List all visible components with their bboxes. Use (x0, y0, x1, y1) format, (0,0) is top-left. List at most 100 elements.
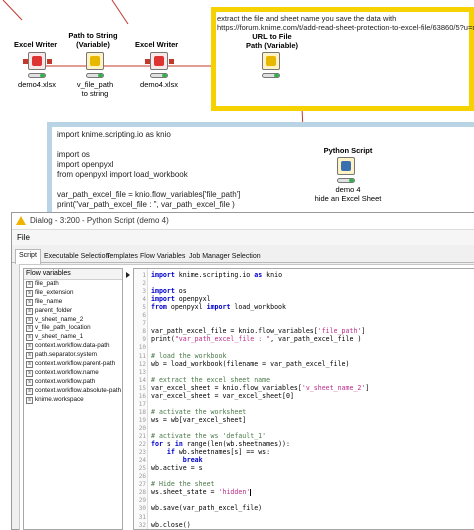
excel-writer-1-out-port[interactable] (47, 59, 52, 64)
tab-script[interactable]: Script (15, 249, 41, 264)
line-number: 28 (138, 489, 146, 497)
flow-variable-item[interactable]: s v_sheet_name_1 (24, 333, 122, 342)
line-number: 22 (138, 441, 146, 449)
line-number: 24 (138, 457, 146, 465)
code-line[interactable]: wb.active = s (151, 464, 203, 472)
annotation-blue-line-8: print("var_path_excel_file : ", var_path… (57, 200, 235, 209)
flow-variable-item[interactable]: s file_name (24, 298, 122, 307)
code-line[interactable]: # activate the ws 'default_1' (151, 432, 266, 440)
python-script-dialog[interactable]: Dialog - 3:200 - Python Script (demo 4) … (11, 212, 474, 530)
flow-variable-item[interactable]: s context.workflow.path (24, 378, 122, 387)
line-number: 1 (142, 272, 146, 279)
flow-variables-list[interactable]: Flow variables s file_path s file_extension… (23, 268, 123, 530)
string-variable-icon: s (26, 387, 33, 395)
line-number: 8 (142, 328, 146, 336)
annotation-blue-line-3: import os (57, 150, 90, 159)
code-line[interactable]: var_excel_sheet = var_excel_sheet[0] (151, 392, 294, 400)
tab-job-manager-selection[interactable]: Job Manager Selection (186, 251, 264, 263)
code-line[interactable]: wb = load_workbook(filename = var_path_e… (151, 360, 350, 368)
flow-variables-header: Flow variables (24, 269, 122, 280)
tab-flow-variables[interactable]: Flow Variables (137, 251, 188, 263)
flow-variable-item[interactable]: s parent_folder (24, 307, 122, 316)
flow-variable-item[interactable]: s file_path (24, 280, 122, 289)
panel-splitter[interactable] (126, 268, 131, 530)
excel-writer-2-label: demo4.xlsx (140, 80, 178, 89)
line-number: 32 (138, 521, 146, 529)
excel-writer-2-out-port[interactable] (169, 59, 174, 64)
code-line[interactable]: ws.sheet_state = 'hidden' (151, 488, 252, 496)
code-line[interactable]: break (151, 456, 203, 464)
string-variable-icon: s (26, 352, 33, 360)
flow-variable-item[interactable]: s knime.workspace (24, 396, 122, 405)
flow-variable-item[interactable]: s v_file_path_location (24, 324, 122, 333)
url-to-file-node[interactable] (262, 52, 280, 70)
string-variable-icon: s (26, 361, 33, 369)
line-number: 9 (142, 336, 146, 344)
flow-variable-name: context.workflow.path (35, 377, 96, 385)
code-line[interactable]: # Hide the sheet (151, 480, 215, 488)
flow-variable-name: file_name (35, 297, 63, 305)
code-line[interactable]: # activate the worksheet (151, 408, 246, 416)
flow-variable-item[interactable]: s v_sheet_name_2 (24, 316, 122, 325)
code-line[interactable]: wb.save(var_path_excel_file) (151, 504, 262, 512)
code-editor[interactable]: 1 2 3 4 5 6 7 8 9 10 11 12 13 14 15 16 17 18 19 20 21 22 23 24 2… (133, 268, 474, 530)
flow-variable-item[interactable]: s context.workflow.parent-path (24, 360, 122, 369)
string-variable-icon: s (26, 316, 33, 324)
status-green-dot (349, 179, 354, 182)
line-number: 27 (138, 481, 146, 489)
code-line[interactable]: for s in range(len(wb.sheetnames)): (151, 440, 290, 448)
code-line[interactable]: wb.close() (151, 521, 191, 529)
line-number: 26 (138, 473, 146, 481)
code-line[interactable]: # load the workbook (151, 352, 226, 360)
code-line[interactable]: var_path_excel_file = knio.flow_variable… (151, 327, 365, 335)
line-number: 5 (142, 304, 146, 312)
flow-variable-item[interactable]: s path.separator.system (24, 351, 122, 360)
line-number-gutter: 1 2 3 4 5 6 7 8 9 10 11 12 13 14 15 16 17 18 19 20 21 22 23 24 2… (134, 269, 148, 529)
path-to-string-title-2: (Variable) (76, 40, 110, 49)
code-line[interactable]: # extract the excel sheet name (151, 376, 270, 384)
code-line[interactable]: if wb.sheetnames[s] == ws: (151, 448, 270, 456)
excel-writer-1-in-port[interactable] (23, 59, 28, 64)
flow-variable-name: context.workflow.parent-path (35, 360, 116, 368)
excel-writer-2-in-port[interactable] (145, 59, 150, 64)
flow-variable-item[interactable]: s context.workflow.name (24, 369, 122, 378)
dialog-titlebar[interactable]: Dialog - 3:200 - Python Script (demo 4) (12, 213, 474, 230)
status-green-dot (40, 74, 45, 77)
code-line[interactable]: from openpyxl import load_workbook (151, 303, 286, 311)
workflow-canvas[interactable]: Excel Writer demo4.xlsx Path to String (… (0, 0, 474, 212)
code-line[interactable]: import os (151, 287, 187, 295)
path-to-string-icon (90, 56, 100, 66)
annotation-blue-line-5: from openpyxl import load_workbook (57, 170, 188, 179)
flow-variable-item[interactable]: s file_extension (24, 289, 122, 298)
annotation-yellow-line-1: extract the file and sheet name you save… (217, 14, 397, 23)
flow-variable-item[interactable]: s context.workflow.absolute-path (24, 387, 122, 396)
code-line[interactable]: import openpyxl (151, 295, 211, 303)
code-line[interactable]: print("var_path_excel_file : ", var_path… (151, 335, 361, 343)
code-line[interactable]: import knime.scripting.io as knio (151, 271, 282, 279)
flow-variable-name: context.workflow.name (35, 368, 99, 376)
line-number: 2 (142, 280, 146, 288)
collapse-arrow-icon[interactable] (126, 272, 130, 278)
menu-file[interactable]: File (17, 233, 30, 242)
path-to-string-node[interactable] (86, 52, 104, 70)
python-script-label-1: demo 4 (335, 185, 361, 194)
line-number: 18 (138, 408, 146, 416)
path-to-string-status (86, 73, 104, 78)
annotation-yellow[interactable]: extract the file and sheet name you save… (211, 7, 474, 111)
code-line[interactable]: var_excel_sheet = knio.flow_variables['v… (151, 384, 369, 392)
excel-writer-1-node[interactable] (28, 52, 46, 70)
python-script-node[interactable] (337, 157, 355, 175)
line-number: 14 (138, 376, 146, 384)
flow-variable-item[interactable]: s context.workflow.data-path (24, 342, 122, 351)
line-number: 3 (142, 288, 146, 296)
code-line[interactable]: ws = wb[var_excel_sheet] (151, 416, 246, 424)
line-number: 19 (138, 416, 146, 424)
python-icon (341, 161, 351, 171)
flow-variable-name: knime.workspace (35, 395, 84, 403)
string-variable-icon: s (26, 307, 33, 315)
annotation-blue[interactable]: import knime.scripting.io as knio import… (47, 122, 474, 212)
flow-variable-name: v_file_path_location (35, 324, 91, 332)
tab-executable-selection[interactable]: Executable Selection (41, 251, 112, 263)
tab-templates[interactable]: Templates (103, 251, 141, 263)
excel-writer-2-node[interactable] (150, 52, 168, 70)
